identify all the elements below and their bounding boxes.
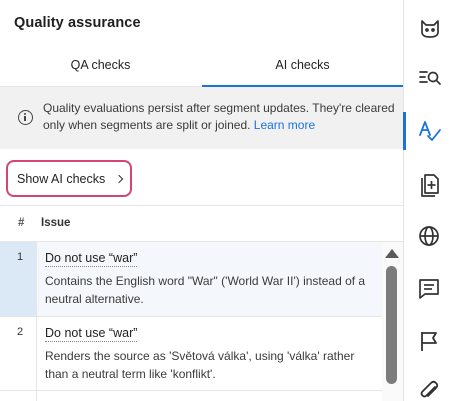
scrollbar-thumb[interactable]: [386, 266, 397, 384]
rail-button-search[interactable]: [404, 56, 455, 96]
document-plus-icon: [421, 174, 439, 197]
tab-ai-checks[interactable]: AI checks: [202, 50, 403, 88]
info-text: Quality evaluations persist after segmen…: [43, 100, 395, 134]
column-header-issue: Issue: [41, 217, 71, 229]
quality-assurance-panel: Quality assurance QA checks AI checks Qu…: [0, 0, 403, 401]
globe-icon: [419, 226, 439, 246]
comment-icon: [419, 279, 439, 299]
row-number: 1: [17, 251, 24, 263]
cat-icon: [421, 20, 439, 38]
table-row[interactable]: 2 Do not use “war” Renders the source as…: [0, 317, 382, 391]
show-ai-checks-label: Show AI checks: [17, 172, 106, 186]
rail-button-comments[interactable]: [404, 268, 455, 308]
issue-title[interactable]: Do not use “war”: [45, 326, 138, 342]
rail-button-assistant[interactable]: [404, 7, 455, 47]
column-header-number: #: [18, 217, 25, 229]
row-number: 2: [17, 326, 24, 338]
table-row[interactable]: [0, 391, 382, 401]
rail-button-attachments[interactable]: [404, 370, 455, 401]
tab-qa-checks-label: QA checks: [70, 58, 131, 72]
scroll-up-arrow-icon[interactable]: [385, 249, 399, 258]
table-header: # Issue: [0, 205, 403, 242]
row-number-cell: 2: [0, 317, 37, 390]
paperclip-icon: [420, 380, 439, 398]
spell-check-icon: [419, 121, 441, 141]
rail-button-add-document[interactable]: [404, 163, 455, 203]
rail-button-globe[interactable]: [404, 215, 455, 255]
learn-more-link[interactable]: Learn more: [254, 118, 315, 132]
issue-title[interactable]: Do not use “war”: [45, 251, 138, 267]
row-number-cell: [0, 391, 37, 401]
table-row[interactable]: 1 Do not use “war” Contains the English …: [0, 242, 382, 317]
issue-description: Renders the source as 'Světová válka', u…: [45, 349, 355, 381]
tab-ai-checks-label: AI checks: [275, 58, 330, 72]
tab-qa-checks[interactable]: QA checks: [0, 50, 201, 87]
rail-button-ai-checks[interactable]: [403, 110, 455, 150]
info-banner: Quality evaluations persist after segmen…: [0, 87, 403, 149]
info-icon: [18, 110, 33, 125]
right-tool-rail: [403, 0, 455, 401]
issue-description: Contains the English word "War" ('World …: [45, 274, 366, 306]
show-ai-checks-button[interactable]: Show AI checks: [6, 160, 132, 197]
flag-icon: [421, 332, 437, 351]
rail-button-flag[interactable]: [404, 320, 455, 360]
search-list-icon: [419, 71, 441, 85]
tab-bar: QA checks AI checks: [0, 50, 403, 88]
chevron-right-icon: [114, 174, 124, 184]
info-message: Quality evaluations persist after segmen…: [43, 101, 395, 132]
row-number-cell: 1: [0, 242, 37, 316]
panel-title: Quality assurance: [14, 15, 141, 31]
